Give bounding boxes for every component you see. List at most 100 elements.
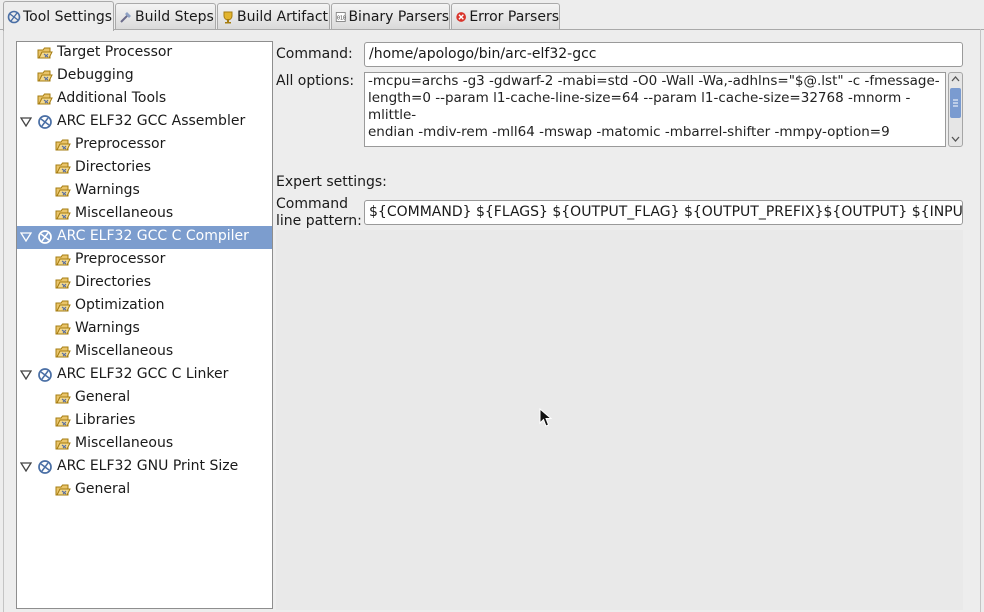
- tree-item-label: Preprocessor: [75, 251, 166, 267]
- all-options-line: length=0 --param l1-cache-line-size=64 -…: [368, 90, 911, 123]
- folder-icon: [55, 162, 71, 174]
- tool-icon: [38, 230, 52, 244]
- tree-item-label: Warnings: [75, 320, 140, 336]
- tool-icon: [38, 460, 52, 474]
- tree-item[interactable]: Directories: [17, 157, 272, 180]
- tab-label: Error Parsers: [469, 8, 559, 25]
- tree-item-label: Directories: [75, 274, 152, 290]
- tree-item[interactable]: Miscellaneous: [17, 433, 272, 456]
- tree-item[interactable]: ARC ELF32 GCC C Linker: [17, 364, 272, 387]
- folder-icon: [55, 323, 71, 335]
- tree-item-label: Debugging: [57, 67, 134, 83]
- folder-icon: [55, 300, 71, 312]
- tree-item[interactable]: Target Processor: [17, 42, 272, 65]
- folder-icon: [55, 208, 71, 220]
- tab-label: Build Steps: [135, 8, 214, 25]
- tab-label: Binary Parsers: [348, 8, 449, 25]
- tree-item-label: Miscellaneous: [75, 205, 174, 221]
- folder-icon: [37, 70, 53, 82]
- tool-icon: [38, 368, 52, 382]
- build-artifact-icon: [223, 11, 233, 23]
- expand-toggle-icon[interactable]: [20, 232, 32, 242]
- tab-binary-parsers[interactable]: 010 Binary Parsers: [331, 3, 450, 29]
- tree-item[interactable]: General: [17, 479, 272, 502]
- tool-icon: [38, 115, 52, 129]
- tree-item[interactable]: Preprocessor: [17, 249, 272, 272]
- svg-text:010: 010: [337, 15, 346, 21]
- tree-item-label: Miscellaneous: [75, 435, 174, 451]
- folder-icon: [55, 415, 71, 427]
- folder-icon: [37, 93, 53, 105]
- command-field[interactable]: /home/apologo/bin/arc-elf32-gcc: [364, 42, 963, 67]
- folder-icon: [55, 392, 71, 404]
- folder-icon: [55, 484, 71, 496]
- tree-item[interactable]: ARC ELF32 GCC Assembler: [17, 111, 272, 134]
- folder-icon: [37, 47, 53, 59]
- tree-item[interactable]: Optimization: [17, 295, 272, 318]
- tab-tool-settings[interactable]: Tool Settings: [3, 1, 114, 31]
- folder-icon: [55, 139, 71, 151]
- folder-icon: [55, 254, 71, 266]
- tree-item[interactable]: General: [17, 387, 272, 410]
- tree-item-label: ARC ELF32 GCC Assembler: [57, 113, 246, 129]
- tab-error-parsers[interactable]: Error Parsers: [451, 3, 560, 29]
- tree-item[interactable]: Additional Tools: [17, 88, 272, 111]
- error-parsers-icon: [456, 11, 466, 22]
- build-steps-icon: [120, 11, 131, 23]
- tab-bar: Tool Settings Build Steps Build Artifact…: [0, 0, 984, 31]
- tree-item[interactable]: Miscellaneous: [17, 341, 272, 364]
- folder-icon: [55, 438, 71, 450]
- tree-item[interactable]: Debugging: [17, 65, 272, 88]
- tab-build-steps[interactable]: Build Steps: [115, 3, 216, 29]
- binary-parsers-icon: 010: [335, 11, 346, 22]
- tree-item[interactable]: Miscellaneous: [17, 203, 272, 226]
- tab-label: Build Artifact: [237, 8, 328, 25]
- pattern-label-line2: line pattern:: [276, 213, 362, 229]
- scroll-down-icon[interactable]: [951, 135, 960, 143]
- tree-item-label: ARC ELF32 GNU Print Size: [57, 458, 239, 474]
- tree-item-label: Preprocessor: [75, 136, 166, 152]
- tree-item-label: General: [75, 389, 131, 405]
- tree-item-label: General: [75, 481, 131, 497]
- tree-item[interactable]: Warnings: [17, 318, 272, 341]
- command-line-pattern-field[interactable]: ${COMMAND} ${FLAGS} ${OUTPUT_FLAG} ${OUT…: [364, 200, 963, 225]
- tree-item-label: Target Processor: [57, 44, 173, 60]
- tool-settings-icon: [7, 10, 21, 23]
- tree-item-label: Optimization: [75, 297, 165, 313]
- options-scrollbar[interactable]: [948, 72, 963, 147]
- grip-icon: [953, 99, 958, 107]
- folder-icon: [55, 185, 71, 197]
- command-label: Command:: [276, 46, 353, 62]
- mouse-cursor-icon: [539, 408, 553, 427]
- tab-build-artifact[interactable]: Build Artifact: [217, 3, 330, 29]
- tree-item-label: ARC ELF32 GCC C Linker: [57, 366, 229, 382]
- tree-item-label: Additional Tools: [57, 90, 167, 106]
- all-options-line: endian -mdiv-rem -mll64 -mswap -matomic …: [368, 124, 890, 140]
- expert-settings-label: Expert settings:: [276, 174, 387, 190]
- tree-item-label: Miscellaneous: [75, 343, 174, 359]
- tree-item[interactable]: Warnings: [17, 180, 272, 203]
- expand-toggle-icon[interactable]: [20, 462, 32, 472]
- tree-item-label: ARC ELF32 GCC C Compiler: [57, 228, 249, 244]
- scroll-thumb[interactable]: [950, 88, 961, 118]
- expand-toggle-icon[interactable]: [20, 370, 32, 380]
- tree-item-label: Warnings: [75, 182, 140, 198]
- settings-tree[interactable]: Target Processor Debugging Additional Tool…: [16, 41, 273, 609]
- expand-toggle-icon[interactable]: [20, 117, 32, 127]
- scroll-up-icon[interactable]: [951, 75, 960, 83]
- all-options-label: All options:: [276, 73, 355, 89]
- tree-item[interactable]: ARC ELF32 GCC C Compiler: [17, 226, 272, 249]
- folder-icon: [55, 346, 71, 358]
- all-options-textarea[interactable]: -mcpu=archs -g3 -gdwarf-2 -mabi=std -O0 …: [364, 72, 946, 147]
- tree-item[interactable]: Libraries: [17, 410, 272, 433]
- tab-label: Tool Settings: [23, 8, 113, 25]
- tree-item[interactable]: ARC ELF32 GNU Print Size: [17, 456, 272, 479]
- all-options-line: -mcpu=archs -g3 -gdwarf-2 -mabi=std -O0 …: [368, 73, 940, 89]
- folder-icon: [55, 277, 71, 289]
- empty-panel-area: [276, 230, 963, 610]
- tree-item[interactable]: Preprocessor: [17, 134, 272, 157]
- tree-item-label: Directories: [75, 159, 152, 175]
- tree-item[interactable]: Directories: [17, 272, 272, 295]
- tree-item-label: Libraries: [75, 412, 136, 428]
- pattern-label-line1: Command: [276, 196, 348, 212]
